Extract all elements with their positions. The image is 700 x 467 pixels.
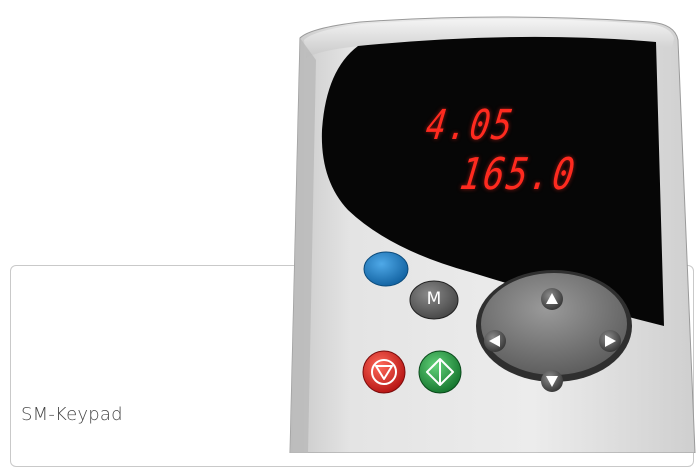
mode-key-button[interactable]: [410, 281, 458, 319]
nav-right-button[interactable]: [599, 330, 621, 352]
nav-left-button[interactable]: [484, 330, 506, 352]
nav-up-button[interactable]: [541, 288, 563, 310]
blue-key-button[interactable]: [364, 252, 408, 286]
display-readout-line1: 4.05: [423, 100, 518, 149]
nav-down-button[interactable]: [541, 370, 563, 392]
keypad-device: [289, 16, 696, 453]
start-button[interactable]: [419, 351, 461, 393]
stop-button[interactable]: [363, 351, 405, 393]
display-readout-line2: 165.0: [456, 150, 580, 200]
